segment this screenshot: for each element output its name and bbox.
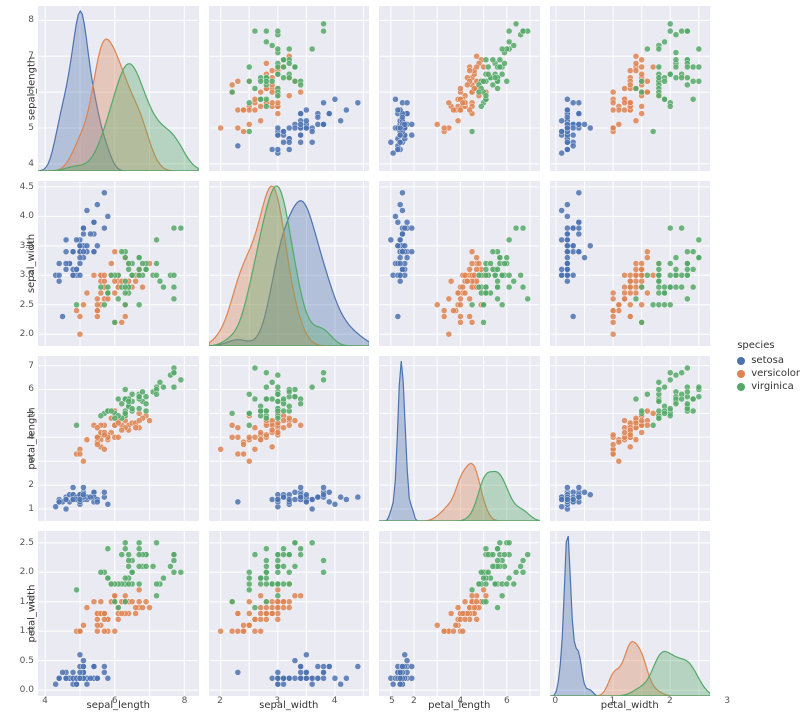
legend: species setosa versicolor virginica	[737, 340, 800, 394]
kde-panel-sepal_width	[209, 181, 370, 346]
xlabel-petal-length: petal_length	[379, 700, 540, 718]
scatter-panel-petal_length-vs-sepal_length	[38, 356, 199, 521]
x-axis-labels: sepal_length sepal_width petal_length pe…	[38, 700, 710, 718]
scatter-panel-sepal_width-vs-sepal_length	[38, 181, 199, 346]
legend-label: setosa	[751, 355, 784, 366]
scatter-panel-petal_length-vs-petal_width	[550, 356, 711, 521]
kde-panel-sepal_length	[38, 6, 199, 171]
legend-item-setosa: setosa	[737, 355, 800, 366]
legend-title: species	[737, 340, 800, 351]
xlabel-petal-width: petal_width	[550, 700, 711, 718]
kde-panel-petal_length	[379, 356, 540, 521]
figure: sepal_length sepal_width petal_length pe…	[0, 0, 806, 720]
scatter-panel-petal_width-vs-sepal_width	[209, 531, 370, 696]
legend-item-versicolor: versicolor	[737, 368, 800, 379]
scatter-panel-sepal_width-vs-petal_width	[550, 181, 711, 346]
xlabel-sepal-length: sepal_length	[38, 700, 199, 718]
circle-icon	[737, 370, 745, 378]
circle-icon	[737, 383, 745, 391]
scatter-panel-petal_length-vs-sepal_width	[209, 356, 370, 521]
scatter-panel-petal_width-vs-petal_length	[379, 531, 540, 696]
scatter-panel-sepal_length-vs-petal_length	[379, 6, 540, 171]
xlabel-sepal-width: sepal_width	[209, 700, 370, 718]
legend-label: virginica	[751, 381, 794, 392]
legend-label: versicolor	[751, 368, 800, 379]
y-axis-labels: sepal_length sepal_width petal_length pe…	[0, 6, 36, 696]
scatter-panel-sepal_width-vs-petal_length	[379, 181, 540, 346]
scatter-panel-petal_width-vs-sepal_length	[38, 531, 199, 696]
scatter-panel-sepal_length-vs-petal_width	[550, 6, 711, 171]
legend-item-virginica: virginica	[737, 381, 800, 392]
circle-icon	[737, 357, 745, 365]
scatter-panel-sepal_length-vs-sepal_width	[209, 6, 370, 171]
pairplot-grid	[38, 6, 710, 696]
kde-panel-petal_width	[550, 531, 711, 696]
